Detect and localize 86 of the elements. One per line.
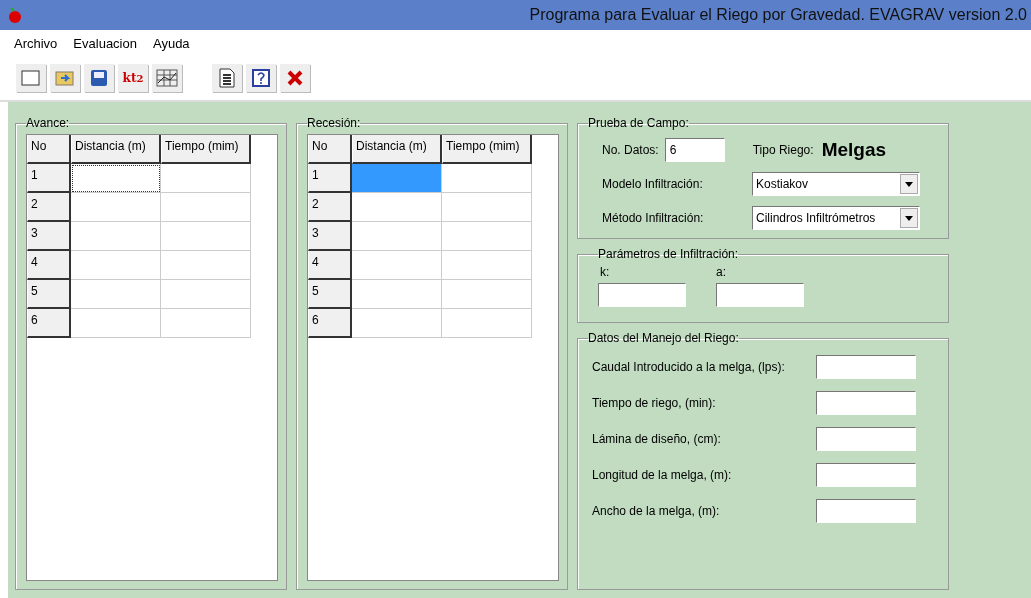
dropdown[interactable]: Cilindros Infiltrómetros	[752, 206, 920, 230]
table-cell[interactable]	[71, 280, 161, 309]
table-cell[interactable]	[352, 222, 442, 251]
toolbar-button[interactable]	[152, 64, 182, 92]
table-cell[interactable]	[442, 251, 532, 280]
table-cell[interactable]	[352, 251, 442, 280]
apple-icon	[8, 7, 22, 23]
row-header[interactable]: 2	[308, 193, 352, 222]
table-cell[interactable]	[442, 222, 532, 251]
field-label: Tipo Riego:	[752, 143, 814, 157]
field-label: Ancho de la melga, (m):	[592, 504, 721, 518]
row-header[interactable]: 3	[308, 222, 352, 251]
row-header[interactable]: 4	[308, 251, 352, 280]
column-header[interactable]: Distancia (m)	[352, 135, 442, 164]
row-header[interactable]: 1	[308, 164, 352, 193]
column-header[interactable]: Tiempo (mim)	[161, 135, 251, 164]
field-label: Tiempo de riego, (min):	[592, 396, 717, 410]
table-cell[interactable]	[71, 251, 161, 280]
row-header[interactable]: 5	[27, 280, 71, 309]
toolbar-button[interactable]	[84, 64, 114, 92]
menu-item[interactable]: Evaluacion	[73, 35, 137, 51]
table-cell[interactable]	[352, 280, 442, 309]
blank-page-icon	[21, 69, 41, 87]
group-title: Recesión:	[307, 116, 361, 130]
field-label: a:	[716, 265, 727, 279]
group-title: Datos del Manejo del Riego:	[588, 331, 739, 345]
row-header[interactable]: 6	[27, 309, 71, 338]
table-cell[interactable]	[161, 280, 251, 309]
table-cell[interactable]	[71, 309, 161, 338]
group-title: Avance:	[26, 116, 70, 130]
grid-chart-icon	[156, 69, 178, 87]
row-header[interactable]: 2	[27, 193, 71, 222]
table-cell[interactable]	[442, 280, 532, 309]
input-field[interactable]	[816, 463, 916, 487]
caret-icon	[905, 181, 913, 187]
menu-item[interactable]: Ayuda	[152, 35, 190, 51]
field-label: Caudal Introducido a la melga, (lps):	[592, 360, 786, 374]
table-cell[interactable]	[161, 309, 251, 338]
field-label: Modelo Infiltración:	[602, 177, 704, 191]
table-cell[interactable]	[71, 164, 161, 193]
field-label: No. Datos:	[602, 143, 659, 157]
toolbar-button[interactable]	[212, 64, 242, 92]
field-label: Lámina de diseño, (cm):	[592, 432, 722, 446]
table-cell[interactable]	[161, 251, 251, 280]
table-cell[interactable]	[442, 193, 532, 222]
input-field[interactable]	[816, 391, 916, 415]
column-header[interactable]: Tiempo (mim)	[442, 135, 532, 164]
input-field[interactable]	[816, 499, 916, 523]
row-header[interactable]: 1	[27, 164, 71, 193]
toolbar-button[interactable]	[246, 64, 276, 92]
input-field[interactable]: 6	[664, 138, 725, 162]
folder-icon	[55, 69, 75, 87]
table-cell[interactable]	[352, 309, 442, 338]
input-field[interactable]	[816, 355, 916, 379]
input-field[interactable]	[816, 427, 916, 451]
column-header[interactable]: Distancia (m)	[71, 135, 161, 164]
menu-item[interactable]: Archivo	[14, 35, 58, 51]
table-cell[interactable]	[442, 164, 532, 193]
table-cell[interactable]	[71, 193, 161, 222]
table-cell[interactable]	[161, 164, 251, 193]
dropdown[interactable]: Kostiakov	[752, 172, 920, 196]
group-title: Prueba de Campo:	[588, 116, 689, 130]
group-title: Parámetros de Infiltración:	[598, 247, 739, 261]
row-header[interactable]: 4	[27, 251, 71, 280]
close-icon	[286, 69, 304, 87]
row-header[interactable]: 6	[308, 309, 352, 338]
table-cell[interactable]	[352, 164, 442, 193]
table-cell[interactable]	[442, 309, 532, 338]
input-field[interactable]	[716, 283, 804, 307]
question-icon	[252, 69, 270, 87]
row-header[interactable]: 3	[27, 222, 71, 251]
column-header[interactable]: No	[308, 135, 352, 164]
field-label: k:	[600, 265, 611, 279]
caret-icon	[905, 215, 913, 221]
input-field[interactable]	[598, 283, 686, 307]
field-label: Longitud de la melga, (m):	[592, 468, 733, 482]
field-label: Método Infiltración:	[602, 211, 705, 225]
column-header[interactable]: No	[27, 135, 71, 164]
row-header[interactable]: 5	[308, 280, 352, 309]
table-cell[interactable]	[161, 222, 251, 251]
table-cell[interactable]	[161, 193, 251, 222]
document-icon	[218, 68, 236, 88]
table-cell[interactable]	[71, 222, 161, 251]
irrigation-type: Melgas	[821, 139, 887, 161]
window-title: Programa para Evaluar el Riego por Gravedad. EVAGRAV version 2.0	[529, 6, 1027, 24]
table-cell[interactable]	[352, 193, 442, 222]
